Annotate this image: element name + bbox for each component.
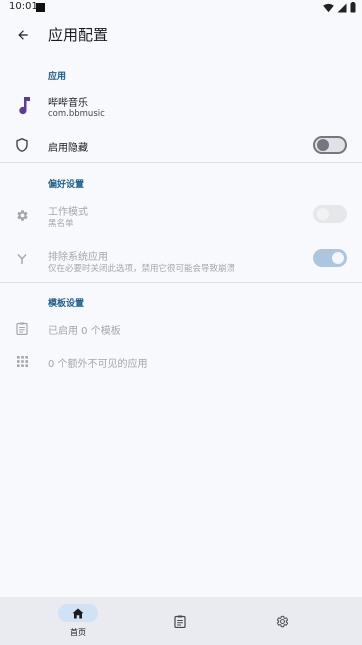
wifi-icon [323,3,334,12]
nav-active-indicator [58,604,98,622]
work-mode-row[interactable]: 工作模式 黑名单 [0,198,362,230]
gear-icon [14,207,30,223]
signal-icon [337,3,347,12]
exclude-system-sub: 仅在必要时关闭此选项，禁用它很可能会导致崩溃 [48,264,236,274]
enable-hide-switch[interactable] [313,136,347,154]
section-header-preferences: 偏好设置 [48,180,85,190]
enable-hide-row[interactable]: 启用隐藏 [0,132,362,158]
enabled-templates-label: 已启用 0 个模板 [48,326,121,337]
fork-icon [14,251,30,267]
work-mode-value: 黑名单 [48,219,74,229]
enabled-templates-row[interactable]: 已启用 0 个模板 [0,316,362,340]
switch-thumb [317,139,329,151]
app-info-row: 哔哔音乐 com.bbmusic [0,90,362,124]
bottom-navigation: 首页 [0,597,362,645]
nav-item-settings[interactable] [222,597,342,645]
back-button[interactable] [12,24,34,46]
switch-thumb [332,252,344,264]
exclude-system-title: 排除系统应用 [48,252,108,263]
divider [0,162,362,163]
music-note-icon [17,97,33,115]
extra-apps-row[interactable]: 0 个额外不可见的应用 [0,349,362,373]
app-name: 哔哔音乐 [48,98,88,109]
divider [0,282,362,283]
exclude-system-row[interactable]: 排除系统应用 仅在必要时关闭此选项，禁用它很可能会导致崩溃 [0,243,362,275]
switch-thumb [317,208,329,220]
shield-icon [14,137,30,153]
battery-icon [350,2,356,13]
section-header-app: 应用 [48,72,67,82]
home-icon [72,608,84,618]
page-title: 应用配置 [48,26,109,44]
extra-apps-label: 0 个额外不可见的应用 [48,359,148,370]
arrow-back-icon [18,30,28,40]
status-time: 10:01 [9,1,38,12]
exclude-system-switch[interactable] [313,249,347,267]
work-mode-switch[interactable] [313,205,347,223]
gear-icon [274,613,290,629]
apps-grid-icon [14,353,30,369]
app-bar: 应用配置 [0,18,362,52]
notification-icon [36,3,45,12]
clipboard-icon [172,613,188,629]
section-header-templates: 模板设置 [48,299,85,309]
status-bar: 10:01 [0,0,362,16]
app-package: com.bbmusic [48,109,105,119]
work-mode-title: 工作模式 [48,207,88,218]
clipboard-icon [14,320,30,336]
status-icons [323,2,356,13]
enable-hide-label: 启用隐藏 [48,143,88,154]
